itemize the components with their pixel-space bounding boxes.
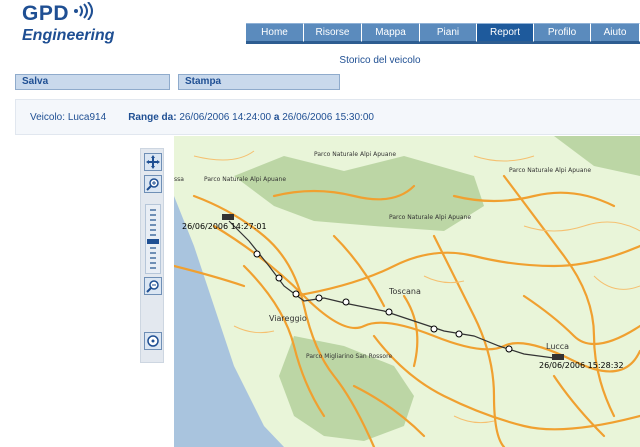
map-label-massa-edge: ssa [174, 176, 184, 183]
range-to: 26/06/2006 15:30:00 [282, 111, 374, 123]
start-marker[interactable] [222, 214, 234, 220]
map-view[interactable]: Parco Naturale Alpi Apuane Parco Natural… [174, 136, 640, 447]
zoom-in-icon[interactable] [144, 175, 162, 193]
pan-icon[interactable] [144, 153, 162, 171]
nav-tab-aiuto[interactable]: Aiuto [591, 23, 640, 42]
sea-area [174, 196, 284, 447]
nav-tab-piani[interactable]: Piani [420, 23, 477, 42]
save-button[interactable]: Salva [15, 74, 170, 90]
vehicle-value: Luca914 [67, 111, 107, 123]
range-separator: a [273, 111, 280, 123]
center-icon[interactable] [144, 332, 162, 350]
logo: GPD Engineering [22, 1, 115, 46]
map-label-toscana: Toscana [388, 287, 421, 296]
top-navigation: Home Risorse Mappa Piani Report Profilo … [246, 23, 640, 42]
signal-waves-icon [73, 1, 95, 26]
park-area-sanrossore [279, 336, 414, 441]
zoom-slider[interactable] [145, 204, 161, 274]
map-label-park-3: Parco Naturale Alpi Apuane [509, 167, 591, 174]
map-label-viareggio: Viareggio [269, 314, 307, 323]
logo-text-gpd: GPD [22, 2, 70, 25]
vehicle-label: Veicolo: [30, 111, 66, 123]
map-label-lucca: Lucca [546, 342, 569, 351]
map-label-sanrossore: Parco Migliarino San Rossore [306, 353, 392, 360]
zoom-out-icon[interactable] [144, 277, 162, 295]
map-label-park-4: Parco Naturale Alpi Apuane [389, 214, 471, 221]
range-from: 26/06/2006 14:24:00 [179, 111, 272, 123]
nav-tab-profilo[interactable]: Profilo [534, 23, 591, 42]
zoom-slider-knob[interactable] [147, 239, 159, 244]
nav-tab-mappa[interactable]: Mappa [362, 23, 420, 42]
nav-tab-home[interactable]: Home [246, 23, 304, 42]
map-label-park-1: Parco Naturale Alpi Apuane [314, 151, 396, 158]
vehicle-info-bar: Veicolo: Luca914 Range da: 26/06/2006 14… [15, 99, 640, 135]
end-marker[interactable] [552, 354, 564, 360]
logo-text-engineering: Engineering [22, 27, 115, 44]
map-label-start-time: 26/06/2006 14:27:01 [182, 222, 267, 231]
page: GPD Engineering Home Risorse Mappa Piani… [0, 0, 640, 447]
map-label-end-time: 26/06/2006 15:28:32 [539, 361, 624, 370]
page-title: Storico del veicolo [339, 55, 421, 66]
nav-tab-report[interactable]: Report [477, 23, 534, 42]
map-label-park-2: Parco Naturale Alpi Apuane [204, 176, 286, 183]
map-toolbar [140, 148, 164, 363]
range-label: Range da: [128, 111, 177, 123]
nav-tab-risorse[interactable]: Risorse [304, 23, 362, 42]
nav-underline [246, 42, 640, 44]
print-button[interactable]: Stampa [178, 74, 340, 90]
